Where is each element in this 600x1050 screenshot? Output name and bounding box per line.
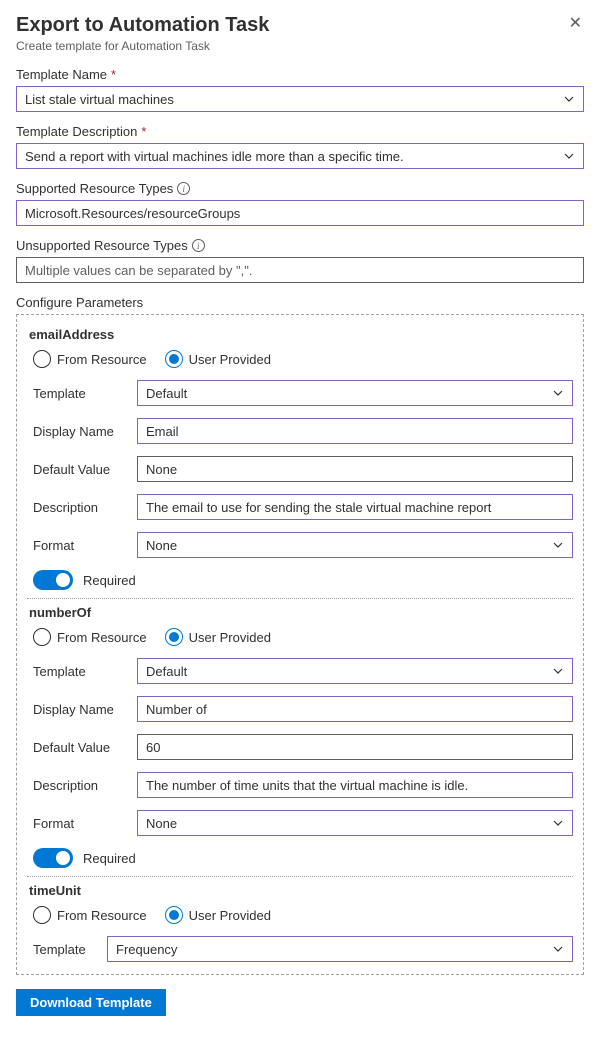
template-name-input[interactable]: List stale virtual machines bbox=[16, 86, 584, 112]
configure-parameters-label: Configure Parameters bbox=[16, 295, 584, 310]
supported-label: Supported Resource Types i bbox=[16, 181, 584, 196]
displayname-label: Display Name bbox=[27, 424, 137, 439]
chevron-down-icon bbox=[563, 93, 575, 105]
chevron-down-icon bbox=[552, 665, 564, 677]
defaultvalue-label: Default Value bbox=[27, 462, 137, 477]
template-label: Template bbox=[27, 942, 107, 957]
template-label: Template bbox=[27, 664, 137, 679]
required-label: Required bbox=[83, 851, 136, 866]
chevron-down-icon bbox=[552, 943, 564, 955]
description-label: Description bbox=[27, 500, 137, 515]
unsupported-label: Unsupported Resource Types i bbox=[16, 238, 584, 253]
template-description-input[interactable]: Send a report with virtual machines idle… bbox=[16, 143, 584, 169]
chevron-down-icon bbox=[552, 817, 564, 829]
emailaddress-description-input[interactable]: The email to use for sending the stale v… bbox=[137, 494, 573, 520]
parameters-container: emailAddress From Resource User Provided… bbox=[16, 314, 584, 975]
unsupported-input[interactable]: Multiple values can be separated by ",". bbox=[16, 257, 584, 283]
radio-user-provided[interactable]: User Provided bbox=[165, 628, 271, 646]
format-label: Format bbox=[27, 538, 137, 553]
emailaddress-defaultvalue-input[interactable]: None bbox=[137, 456, 573, 482]
displayname-label: Display Name bbox=[27, 702, 137, 717]
radio-from-resource[interactable]: From Resource bbox=[33, 350, 147, 368]
info-icon[interactable]: i bbox=[192, 239, 205, 252]
numberof-template-select[interactable]: Default bbox=[137, 658, 573, 684]
emailaddress-template-select[interactable]: Default bbox=[137, 380, 573, 406]
numberof-format-select[interactable]: None bbox=[137, 810, 573, 836]
template-description-label: Template Description* bbox=[16, 124, 584, 139]
emailaddress-displayname-input[interactable]: Email bbox=[137, 418, 573, 444]
radio-from-resource[interactable]: From Resource bbox=[33, 906, 147, 924]
template-name-label: Template Name* bbox=[16, 67, 584, 82]
timeunit-template-select[interactable]: Frequency bbox=[107, 936, 573, 962]
param-name-numberof: numberOf bbox=[29, 605, 573, 620]
radio-from-resource[interactable]: From Resource bbox=[33, 628, 147, 646]
description-label: Description bbox=[27, 778, 137, 793]
numberof-defaultvalue-input[interactable]: 60 bbox=[137, 734, 573, 760]
supported-input[interactable]: Microsoft.Resources/resourceGroups bbox=[16, 200, 584, 226]
radio-user-provided[interactable]: User Provided bbox=[165, 906, 271, 924]
emailaddress-format-select[interactable]: None bbox=[137, 532, 573, 558]
numberof-displayname-input[interactable]: Number of bbox=[137, 696, 573, 722]
panel-subtitle: Create template for Automation Task bbox=[16, 39, 269, 53]
radio-user-provided[interactable]: User Provided bbox=[165, 350, 271, 368]
numberof-description-input[interactable]: The number of time units that the virtua… bbox=[137, 772, 573, 798]
defaultvalue-label: Default Value bbox=[27, 740, 137, 755]
info-icon[interactable]: i bbox=[177, 182, 190, 195]
chevron-down-icon bbox=[552, 539, 564, 551]
close-icon[interactable]: ✕ bbox=[567, 14, 584, 34]
template-label: Template bbox=[27, 386, 137, 401]
required-label: Required bbox=[83, 573, 136, 588]
chevron-down-icon bbox=[563, 150, 575, 162]
panel-title: Export to Automation Task bbox=[16, 14, 269, 37]
download-template-button[interactable]: Download Template bbox=[16, 989, 166, 1016]
param-name-timeunit: timeUnit bbox=[29, 883, 573, 898]
numberof-required-toggle[interactable] bbox=[33, 848, 73, 868]
param-name-emailaddress: emailAddress bbox=[29, 327, 573, 342]
chevron-down-icon bbox=[552, 387, 564, 399]
emailaddress-required-toggle[interactable] bbox=[33, 570, 73, 590]
format-label: Format bbox=[27, 816, 137, 831]
